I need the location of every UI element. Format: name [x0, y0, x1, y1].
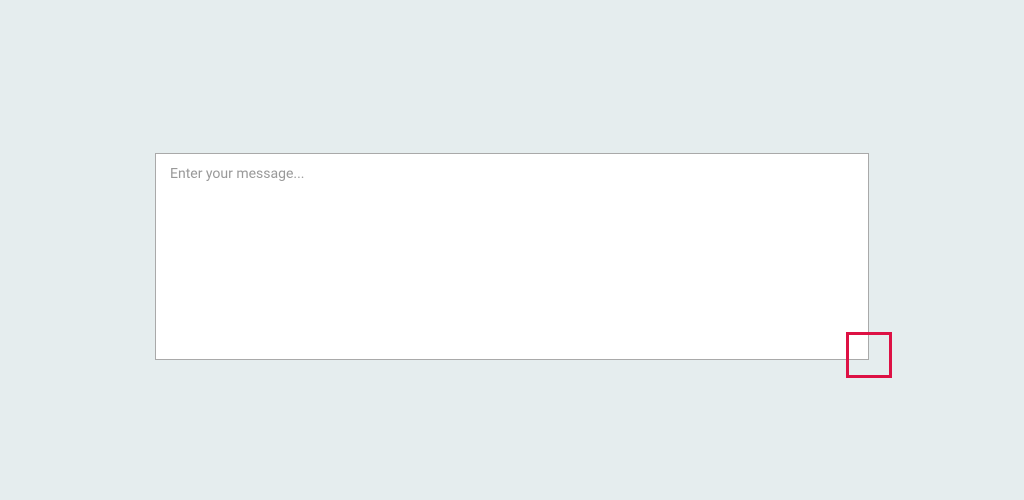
message-container: [155, 153, 869, 360]
message-input[interactable]: [155, 153, 869, 360]
